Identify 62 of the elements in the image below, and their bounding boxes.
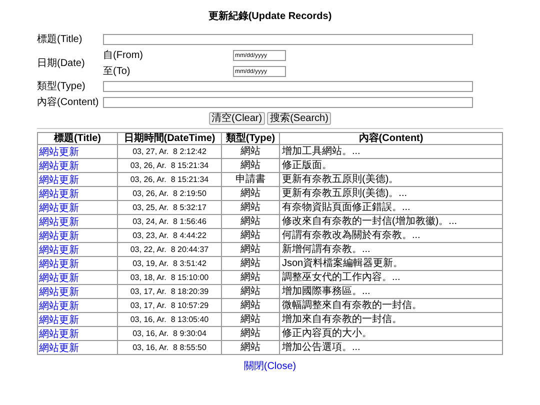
datetime-cell: 03, 26, Ar. 8 15:21:34 [118,158,222,172]
type-input[interactable] [103,81,473,92]
type-cell: 網站 [222,312,280,326]
content-cell: 增加國際事務區。... [280,284,502,298]
content-cell: Json資料檔案編輯器更新。 [280,256,502,270]
datetime-cell: 03, 22, Ar. 8 20:44:37 [118,242,222,256]
content-input[interactable] [103,97,473,108]
content-cell: 修改來自有奈教的一封信(增加教徽)。... [280,214,502,228]
title-label: 標題(Title) [37,32,84,47]
datetime-cell: 03, 25, Ar. 8 5:32:17 [118,200,222,214]
type-cell: 網站 [222,284,280,298]
content-cell: 有奈物資貼頁面修正錯誤。... [280,200,502,214]
type-cell: 網站 [222,200,280,214]
title-input[interactable] [103,34,473,45]
content-cell: 更新有奈教五原則(美德)。... [280,186,502,200]
content-label: 內容(Content) [37,96,99,110]
type-cell: 網站 [222,186,280,200]
column-header: 類型(Type) [222,132,280,144]
datetime-cell: 03, 16, Ar. 8 13:05:40 [118,312,222,326]
content-cell: 調整巫女代的工作內容。... [280,270,502,284]
datetime-cell: 03, 19, Ar. 8 3:51:42 [118,256,222,270]
column-header: 內容(Content) [280,132,502,144]
datetime-cell: 03, 17, Ar. 8 18:20:39 [118,284,222,298]
content-cell: 增加工具網站。... [280,144,502,158]
type-cell: 申請書 [222,172,280,186]
type-cell: 網站 [222,158,280,172]
content-cell: 修正內容頁的大小。 [280,326,502,340]
column-header: 標題(Title) [38,132,118,144]
content-cell: 新增何謂有奈教。... [280,242,502,256]
content-cell: 增加來自有奈教的一封信。 [280,312,502,326]
content-cell: 更新有奈教五原則(美德)。 [280,172,502,186]
type-cell: 網站 [222,340,280,354]
to-label: 至(To) [103,65,132,79]
from-label: 自(From) [103,49,144,63]
datetime-cell: 03, 27, Ar. 8 2:12:42 [118,144,222,158]
datetime-cell: 03, 26, Ar. 8 2:19:50 [118,186,222,200]
date-label: 日期(Date) [37,56,86,71]
type-cell: 網站 [222,326,280,340]
type-cell: 網站 [222,256,280,270]
clear-button[interactable]: 清空(Clear) [208,112,266,125]
page-title: 更新紀錄(Update Records) [207,9,333,24]
datetime-cell: 03, 17, Ar. 8 10:57:29 [118,298,222,312]
type-cell: 網站 [222,214,280,228]
type-cell: 網站 [222,242,280,256]
datetime-cell: 03, 24, Ar. 8 1:56:46 [118,214,222,228]
datetime-cell: 03, 18, Ar. 8 15:10:00 [118,270,222,284]
search-button[interactable]: 搜索(Search) [267,112,332,125]
type-cell: 網站 [222,228,280,242]
content-cell: 何謂有奈教改為關於有奈教。... [280,228,502,242]
datetime-cell: 03, 16, Ar. 8 8:55:50 [118,340,222,354]
close-link[interactable]: 關閉(Close) [244,359,296,374]
datetime-cell: 03, 26, Ar. 8 15:21:34 [118,172,222,186]
content-cell: 修正版面。 [280,158,502,172]
column-header: 日期時間(DateTime) [118,132,222,144]
type-cell: 網站 [222,270,280,284]
datetime-cell: 03, 16, Ar. 8 9:30:04 [118,326,222,340]
type-cell: 網站 [222,144,280,158]
datetime-cell: 03, 23, Ar. 8 4:44:22 [118,228,222,242]
type-cell: 網站 [222,298,280,312]
content-cell: 微幅調整來自有奈教的一封信。 [280,298,502,312]
type-label: 類型(Type) [37,80,86,94]
content-cell: 增加公告選項。... [280,340,502,354]
